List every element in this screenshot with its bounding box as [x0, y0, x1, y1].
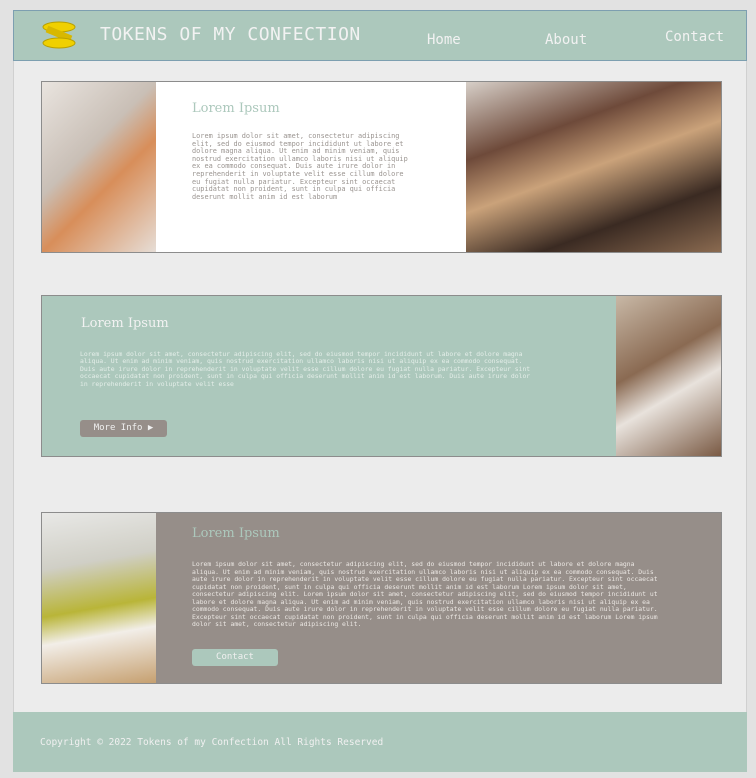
nav-home[interactable]: Home [427, 32, 461, 48]
header: TOKENS OF MY CONFECTION Home About Conta… [13, 10, 747, 61]
section-3: Lorem Ipsum Lorem ipsum dolor sit amet, … [41, 512, 722, 684]
section-2: Lorem Ipsum Lorem ipsum dolor sit amet, … [41, 295, 722, 457]
section-3-heading: Lorem Ipsum [192, 526, 280, 541]
bakery-display-photo [466, 82, 721, 252]
section-1-body: Lorem ipsum dolor sit amet, consectetur … [192, 132, 408, 201]
coin-stack-icon[interactable] [41, 21, 77, 49]
copyright-text: Copyright © 2022 Tokens of my Confection… [40, 737, 384, 748]
nav-about[interactable]: About [545, 32, 587, 48]
nav-contact[interactable]: Contact [665, 29, 724, 45]
section-2-body: Lorem ipsum dolor sit amet, consectetur … [80, 350, 531, 388]
site-title: TOKENS OF MY CONFECTION [100, 24, 361, 45]
baker-photo [42, 513, 156, 683]
donut-photo [42, 82, 156, 252]
more-info-button[interactable]: More Info ▶ [80, 420, 167, 437]
contact-button[interactable]: Contact [192, 649, 278, 666]
baking-ingredients-photo [616, 296, 721, 456]
section-3-body: Lorem ipsum dolor sit amet, consectetur … [192, 560, 658, 628]
section-1-heading: Lorem Ipsum [192, 101, 280, 116]
section-1: Lorem Ipsum Lorem ipsum dolor sit amet, … [41, 81, 722, 253]
footer: Copyright © 2022 Tokens of my Confection… [13, 712, 747, 772]
section-2-heading: Lorem Ipsum [81, 316, 169, 331]
